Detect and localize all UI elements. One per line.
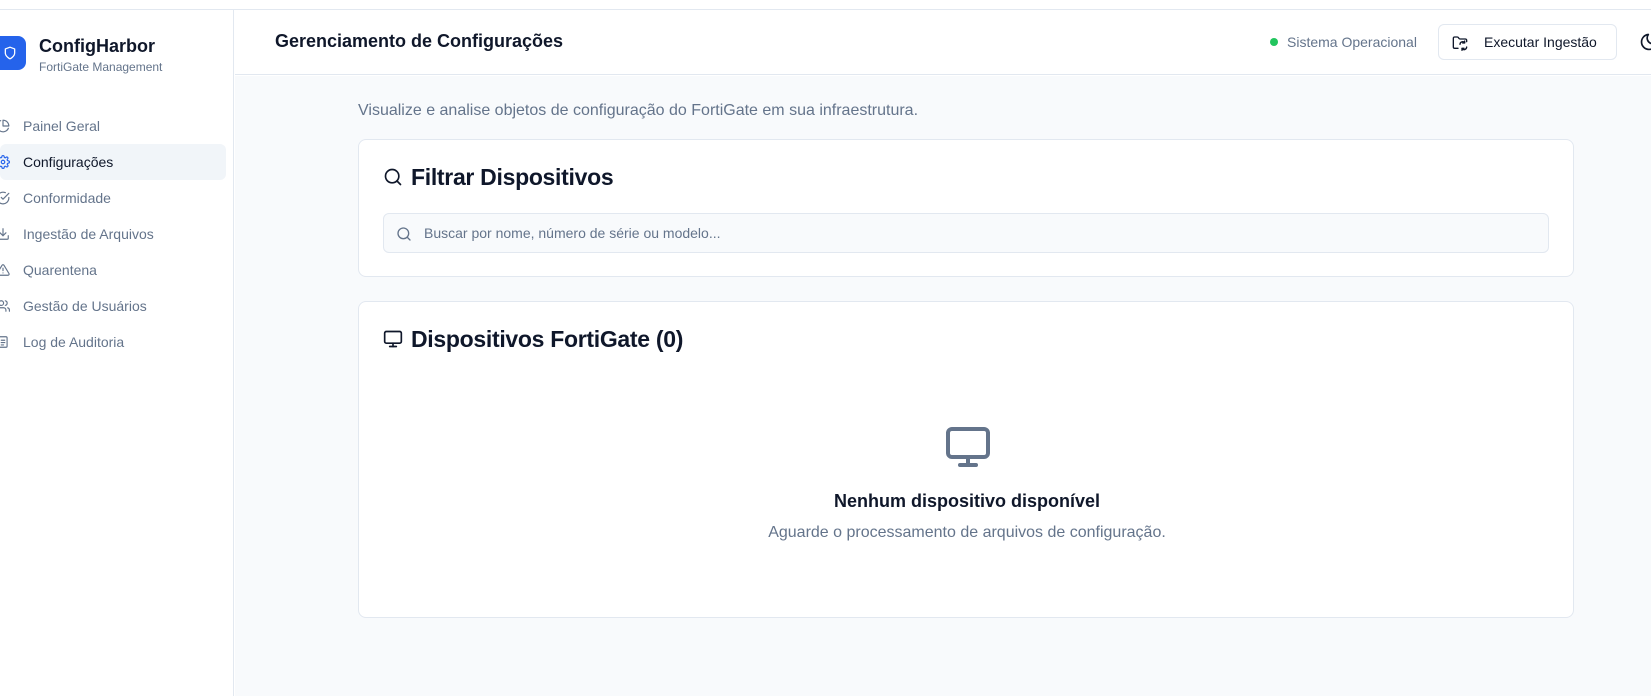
monitor-icon <box>946 427 990 467</box>
monitor-icon <box>383 330 403 348</box>
clipboard-icon <box>0 336 8 348</box>
shield-logo-icon <box>0 36 26 70</box>
users-icon <box>0 300 10 312</box>
run-ingestion-label: Executar Ingestão <box>1484 34 1597 50</box>
top-header: Gerenciamento de Configurações Sistema O… <box>235 10 1651 75</box>
sidebar-item-ingestao-de-arquivos[interactable]: Ingestão de Arquivos <box>0 216 226 252</box>
sidebar-item-label: Ingestão de Arquivos <box>23 226 154 242</box>
moon-icon[interactable] <box>1639 32 1651 52</box>
app-subtitle: FortiGate Management <box>39 60 163 74</box>
alert-triangle-icon <box>0 264 10 276</box>
page-title: Gerenciamento de Configurações <box>275 31 564 51</box>
sidebar-nav: Painel Geral Configurações Conformidade … <box>0 108 226 360</box>
status-dot-icon <box>1270 38 1278 46</box>
filter-card-title: Filtrar Dispositivos <box>383 162 614 192</box>
devices-title-label: Dispositivos FortiGate (0) <box>411 325 684 352</box>
filter-card: Filtrar Dispositivos <box>358 139 1574 277</box>
sidebar-item-label: Gestão de Usuários <box>23 298 147 314</box>
check-circle-icon <box>0 191 10 205</box>
sidebar-item-log-de-auditoria[interactable]: Log de Auditoria <box>0 324 226 360</box>
app-name: ConfigHarbor <box>39 36 155 56</box>
sidebar-item-configuracoes[interactable]: Configurações <box>0 144 226 180</box>
device-search-input[interactable] <box>424 214 1534 252</box>
sidebar-item-painel-geral[interactable]: Painel Geral <box>0 108 226 144</box>
sidebar: ConfigHarbor FortiGate Management Painel… <box>0 10 234 696</box>
devices-card: Dispositivos FortiGate (0) Nenhum dispos… <box>358 301 1574 618</box>
sidebar-item-label: Log de Auditoria <box>23 334 125 350</box>
system-status: Sistema Operacional <box>1270 32 1417 52</box>
sidebar-item-gestao-de-usuarios[interactable]: Gestão de Usuários <box>0 288 226 324</box>
main-content: Visualize e analise objetos de configura… <box>235 76 1651 696</box>
page-description: Visualize e analise objetos de configura… <box>358 102 919 119</box>
download-icon <box>0 228 9 240</box>
search-box <box>383 213 1549 253</box>
sidebar-item-quarentena[interactable]: Quarentena <box>0 252 226 288</box>
sidebar-item-conformidade[interactable]: Conformidade <box>0 180 226 216</box>
sidebar-item-label: Configurações <box>23 154 114 170</box>
sidebar-item-label: Conformidade <box>23 190 111 206</box>
sidebar-item-label: Painel Geral <box>23 118 101 134</box>
brand: ConfigHarbor FortiGate Management <box>0 32 234 82</box>
filter-title-label: Filtrar Dispositivos <box>411 163 614 190</box>
empty-state-title: Nenhum dispositivo disponível <box>833 491 1101 511</box>
settings-icon <box>0 155 10 169</box>
folder-sync-icon <box>1452 36 1468 51</box>
sidebar-item-label: Quarentena <box>23 262 97 278</box>
search-icon <box>397 227 411 241</box>
empty-state-description: Aguarde o processamento de arquivos de c… <box>768 524 1166 541</box>
devices-card-title: Dispositivos FortiGate (0) <box>383 324 683 354</box>
status-label: Sistema Operacional <box>1287 34 1417 50</box>
run-ingestion-button[interactable]: Executar Ingestão <box>1438 24 1617 60</box>
search-icon <box>384 168 402 186</box>
pie-chart-icon <box>0 119 10 133</box>
